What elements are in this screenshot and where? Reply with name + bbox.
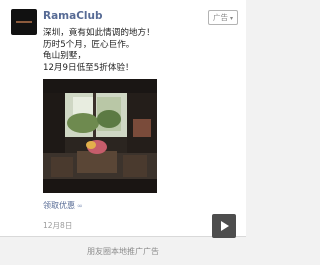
- ad-badge-label: 广告: [212, 13, 228, 22]
- moments-ad-card: RamaClub 广告 ▾ 深圳，竟有如此情调的地方！ 历时5个月，匠心巨作。 龟…: [0, 0, 246, 238]
- coupon-link[interactable]: 领取优惠 ∞: [43, 200, 83, 211]
- interior-photo-illustration: [43, 79, 157, 193]
- post-text-line: 龟山别墅，: [43, 51, 86, 62]
- play-button[interactable]: [212, 214, 236, 238]
- account-avatar[interactable]: [11, 9, 37, 35]
- post-photo[interactable]: [43, 79, 157, 193]
- chevron-down-icon: ▾: [229, 15, 233, 22]
- post-text-line: 历时5个月，匠心巨作。: [43, 39, 135, 50]
- post-date: 12月8日: [43, 221, 73, 230]
- post-text-line: 深圳，竟有如此情调的地方！: [43, 28, 155, 38]
- account-name[interactable]: RamaClub: [43, 10, 103, 22]
- post-text-line: 12月9日低至5折体验！: [43, 62, 134, 73]
- post-text: 深圳，竟有如此情调的地方！ 历时5个月，匠心巨作。 龟山别墅， 12月9日低至5…: [43, 28, 238, 74]
- footer-caption: 朋友圈本地推广广告: [87, 247, 159, 256]
- coupon-link-label: 领取优惠: [43, 201, 75, 210]
- play-icon: [221, 221, 229, 231]
- ad-badge[interactable]: 广告 ▾: [207, 10, 238, 25]
- brand-logo-icon: [16, 21, 32, 23]
- link-icon: ∞: [77, 202, 83, 210]
